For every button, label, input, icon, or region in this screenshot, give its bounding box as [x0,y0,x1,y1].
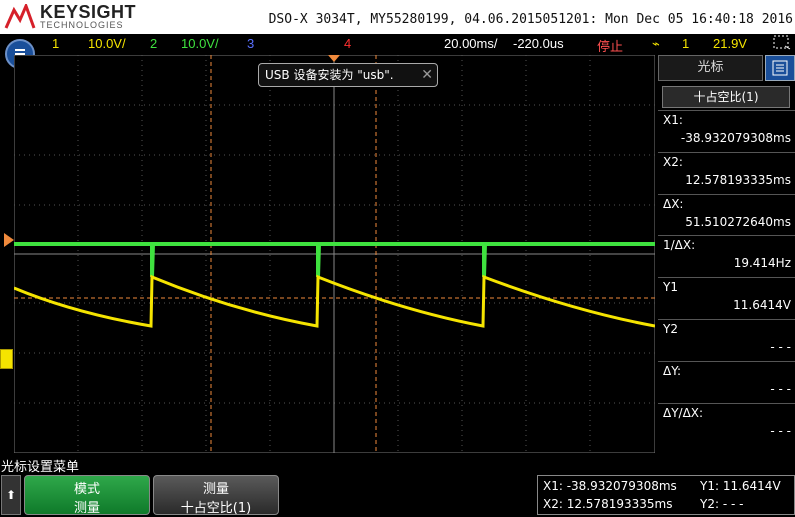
cursor-value-label: Y2 [663,322,678,336]
trigger-level-marker[interactable] [4,232,14,247]
ch2-scale[interactable]: 10.0V/ [181,36,219,51]
usb-notification-text: USB 设备安装为 "usb". [265,68,394,82]
cursor-value: -38.932079308ms [680,131,791,145]
cursor-side-panel: 光标 十占空比(1) X1: -38.932079308ms X2: 12.57819… [658,55,795,453]
ch2-number[interactable]: 2 [150,36,157,51]
screen-icon[interactable] [773,34,791,53]
cursor-value: 51.510272640ms [685,215,791,229]
menu-icon [772,60,788,76]
timebase[interactable]: 20.00ms/ [444,36,497,51]
trigger-source[interactable]: 1 [682,36,689,51]
mode-softkey-value: 测量 [73,501,100,516]
ch1-ground-marker[interactable] [0,349,13,369]
mode-softkey-title: 模式 [73,482,100,497]
cursor-value-item: 1/ΔX: 19.414Hz [658,235,795,276]
cursor-value: - - - [770,340,791,354]
run-state[interactable]: 停止 [597,36,623,55]
trigger-level[interactable]: 21.9V [713,36,747,51]
cursor-value-item: Y1 11.6414V [658,277,795,318]
brand-sub: TECHNOLOGIES [40,20,124,30]
softkey-bar: 光标设置菜单 ⬆ 模式 测量 测量 十占空比(1) X1: -38.932079… [0,455,795,517]
time-delay[interactable]: -220.0us [513,36,564,51]
readout-x2: X2: 12.578193335ms [543,497,673,511]
menu-button[interactable] [765,55,795,81]
close-icon[interactable]: ✕ [421,64,433,86]
cursor-readout: X1: -38.932079308ms X2: 12.578193335ms Y… [537,475,795,515]
menu-up-button[interactable]: ⬆ [1,475,21,515]
cursor-value: 11.6414V [733,298,791,312]
channel-status-bar: 1 10.0V/ 2 10.0V/ 3 4 20.00ms/ -220.0us … [0,34,795,55]
cursor-value-item: ΔY: - - - [658,361,795,402]
waveform-display[interactable] [13,54,656,454]
ch1-number[interactable]: 1 [52,36,59,51]
waveform-graticule [13,54,656,454]
cursor-value-label: Y1 [663,280,678,294]
menu-title: 光标设置菜单 [1,460,80,475]
cursor-value-label: ΔX: [663,197,684,211]
usb-notification: USB 设备安装为 "usb". ✕ [258,63,438,87]
cursor-value: - - - [770,382,791,396]
cursor-value-label: X1: [663,113,683,127]
mode-softkey[interactable]: 模式 测量 [24,475,150,516]
readout-y2: Y2: - - - [700,497,744,511]
ch3-number[interactable]: 3 [247,36,254,51]
cursor-value-label: ΔY/ΔX: [663,406,704,420]
cursor-value-item: ΔX: 51.510272640ms [658,194,795,235]
cursor-value-item: ΔY/ΔX: - - - [658,403,795,444]
cursor-value-item: X1: -38.932079308ms [658,110,795,151]
ch4-number[interactable]: 4 [344,36,351,51]
instrument-info: DSO-X 3034T, MY55280199, 04.06.201505120… [268,12,793,27]
cursor-value-item: X2: 12.578193335ms [658,152,795,193]
measure-softkey[interactable]: 测量 十占空比(1) [153,475,279,516]
readout-y1: Y1: 11.6414V [700,479,781,493]
cursor-value-label: ΔY: [663,364,681,378]
cursor-value: - - - [770,424,791,438]
cursor-value: 19.414Hz [733,256,791,270]
cursor-value: 12.578193335ms [685,173,791,187]
measure-softkey-value: 十占空比(1) [180,501,252,516]
ch1-scale[interactable]: 10.0V/ [88,36,126,51]
cursor-value-label: 1/ΔX: [663,238,696,252]
cursor-value-item: Y2 - - - [658,319,795,360]
cursor-source-select[interactable]: 十占空比(1) [662,86,790,108]
measure-softkey-title: 测量 [202,482,229,497]
header-bar: KEYSIGHT TECHNOLOGIES DSO-X 3034T, MY552… [0,0,795,34]
cursor-value-label: X2: [663,155,683,169]
keysight-logo-icon [4,4,36,29]
readout-x1: X1: -38.932079308ms [543,479,677,493]
trigger-edge-icon: ⌁ [652,36,660,51]
tab-cursors[interactable]: 光标 [658,55,763,81]
